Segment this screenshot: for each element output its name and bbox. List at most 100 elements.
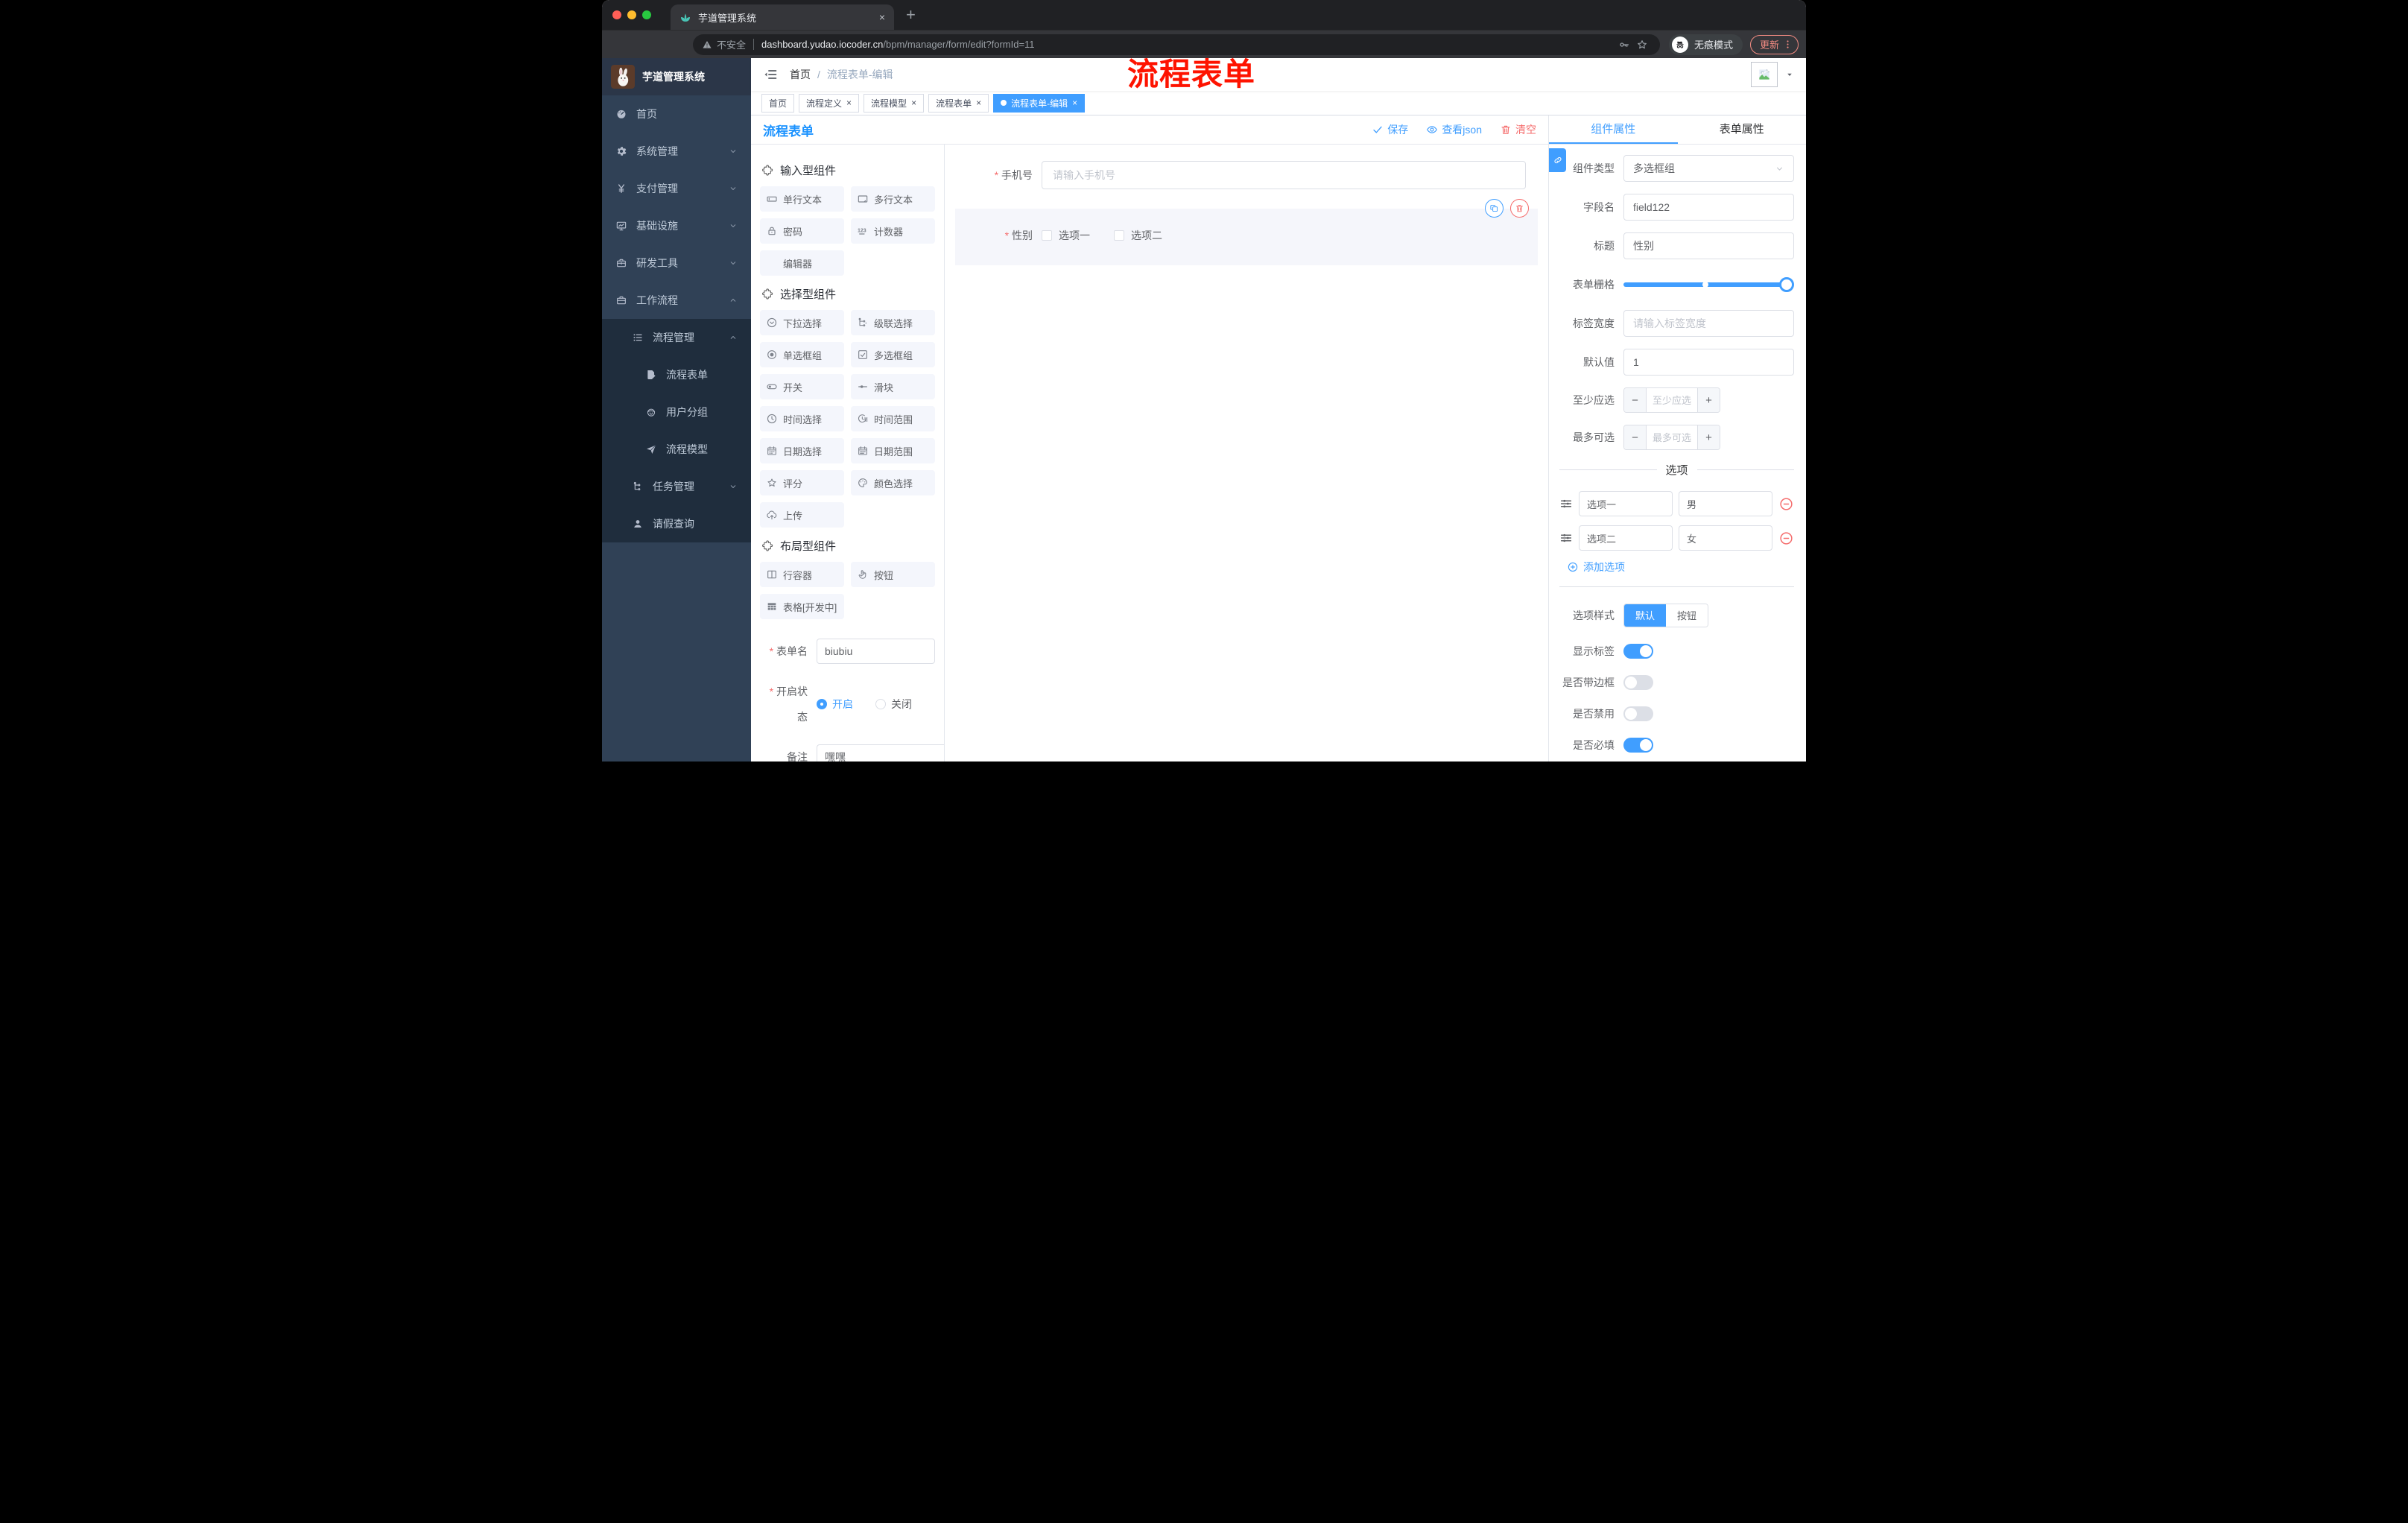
status-radio-on[interactable]: 开启 — [817, 697, 853, 712]
nav-icon[interactable] — [629, 35, 648, 54]
nav-icon[interactable] — [609, 35, 629, 54]
tag-close-icon[interactable]: × — [1072, 98, 1077, 107]
checkbox-option[interactable]: 选项一 — [1042, 228, 1090, 243]
browser-tab[interactable]: 芋道管理系统 × — [671, 4, 894, 30]
nav-icon[interactable] — [668, 35, 687, 54]
palette-component[interactable]: 表格[开发中] — [760, 594, 844, 619]
remove-option-button[interactable] — [1778, 496, 1794, 512]
update-browser-button[interactable]: 更新 — [1749, 34, 1799, 54]
increment-button[interactable]: + — [1697, 425, 1720, 449]
palette-component[interactable]: 编辑器 — [760, 250, 844, 276]
sidebar-item[interactable]: 工作流程 — [602, 282, 751, 319]
header-action-icon[interactable] — [1723, 68, 1737, 82]
label-width-input[interactable] — [1623, 310, 1794, 337]
title-input[interactable] — [1623, 232, 1794, 259]
component-type-select[interactable]: 多选框组 — [1623, 155, 1794, 182]
max-select-input[interactable] — [1647, 425, 1697, 449]
palette-component[interactable]: 单选框组 — [760, 342, 844, 367]
header-action-icon[interactable] — [1638, 68, 1652, 82]
form-name-input[interactable] — [817, 639, 935, 664]
tag-item[interactable]: 流程表单-编辑 × — [993, 93, 1086, 113]
palette-component[interactable]: 按钮 — [851, 562, 935, 587]
palette-component[interactable]: 下拉选择 — [760, 310, 844, 335]
palette-component[interactable]: 滑块 — [851, 374, 935, 399]
toolbar-button[interactable]: 保存 — [1372, 122, 1408, 137]
min-select-input[interactable] — [1647, 388, 1697, 412]
toggle-switch[interactable] — [1623, 644, 1653, 659]
decrement-button[interactable]: − — [1624, 388, 1647, 412]
palette-component[interactable]: 行容器 — [760, 562, 844, 587]
option-value-input[interactable] — [1679, 525, 1772, 551]
form-grid-slider[interactable] — [1623, 271, 1794, 298]
tag-item[interactable]: 流程表单 × — [928, 93, 989, 113]
close-window-button[interactable] — [612, 10, 621, 19]
palette-component[interactable]: 时间范围 — [851, 406, 935, 431]
key-icon[interactable] — [1615, 39, 1633, 51]
tag-item[interactable]: 流程定义 × — [799, 93, 860, 113]
palette-component[interactable]: 开关 — [760, 374, 844, 399]
traffic-lights[interactable] — [612, 10, 651, 19]
toolbar-button[interactable]: 清空 — [1500, 122, 1536, 137]
drag-handle-icon[interactable] — [1559, 497, 1573, 510]
palette-component[interactable]: 日期选择 — [760, 438, 844, 463]
link-icon[interactable] — [1549, 148, 1566, 172]
palette-component[interactable]: 颜色选择 — [851, 470, 935, 495]
remove-option-button[interactable] — [1778, 531, 1794, 546]
toggle-switch[interactable] — [1623, 706, 1653, 721]
palette-component[interactable]: 单行文本 — [760, 186, 844, 212]
option-value-input[interactable] — [1679, 491, 1772, 516]
header-action-icon[interactable] — [1609, 68, 1623, 82]
field-name-input[interactable] — [1623, 194, 1794, 221]
sidebar-item[interactable]: 流程表单 — [602, 356, 751, 393]
decrement-button[interactable]: − — [1624, 425, 1647, 449]
sidebar-item[interactable]: 用户分组 — [602, 393, 751, 431]
palette-component[interactable]: 密码 — [760, 218, 844, 244]
option-label-input[interactable] — [1579, 491, 1673, 516]
sidebar-item[interactable]: 流程模型 — [602, 431, 751, 468]
increment-button[interactable]: + — [1697, 388, 1720, 412]
tag-item[interactable]: 首页 — [761, 93, 795, 113]
sidebar-item[interactable]: 首页 — [602, 95, 751, 133]
remark-textarea[interactable] — [817, 744, 944, 762]
star-icon[interactable] — [1633, 39, 1651, 51]
form-canvas[interactable]: 手机号 性别 选项一 — [945, 145, 1548, 762]
palette-component[interactable]: 多选框组 — [851, 342, 935, 367]
palette-component[interactable]: 上传 — [760, 502, 844, 528]
style-button-button[interactable]: 按钮 — [1666, 604, 1708, 627]
breadcrumb-home[interactable]: 首页 — [790, 67, 811, 82]
minimize-window-button[interactable] — [627, 10, 636, 19]
checkbox-icon[interactable] — [1114, 230, 1124, 241]
copy-field-button[interactable] — [1485, 199, 1504, 218]
new-tab-button[interactable]: + — [906, 7, 916, 23]
checkbox-option[interactable]: 选项二 — [1114, 228, 1162, 243]
delete-field-button[interactable] — [1510, 199, 1529, 218]
zoom-window-button[interactable] — [642, 10, 651, 19]
palette-component[interactable]: 多行文本 — [851, 186, 935, 212]
header-action-icon[interactable] — [1666, 68, 1680, 82]
caret-down-icon[interactable] — [1785, 70, 1794, 79]
option-label-input[interactable] — [1579, 525, 1673, 551]
sidebar-item[interactable]: 请假查询 — [602, 505, 751, 542]
header-action-icon[interactable] — [1694, 68, 1708, 82]
toolbar-button[interactable]: 查看json — [1426, 122, 1482, 137]
tab-form-props[interactable]: 表单属性 — [1678, 115, 1807, 144]
palette-component[interactable]: 时间选择 — [760, 406, 844, 431]
tag-close-icon[interactable]: × — [911, 98, 916, 107]
checkbox-icon[interactable] — [1042, 230, 1052, 241]
palette-component[interactable]: 评分 — [760, 470, 844, 495]
canvas-field-gender-selected[interactable]: 性别 选项一 选项二 — [955, 199, 1538, 265]
phone-field-input[interactable] — [1042, 161, 1526, 189]
tag-close-icon[interactable]: × — [976, 98, 981, 107]
add-option-button[interactable]: 添加选项 — [1567, 560, 1794, 574]
close-icon[interactable]: × — [879, 11, 885, 23]
default-value-input[interactable] — [1623, 349, 1794, 376]
palette-component[interactable]: 123 计数器 — [851, 218, 935, 244]
toggle-switch[interactable] — [1623, 675, 1653, 690]
status-radio-off[interactable]: 关闭 — [875, 697, 912, 712]
canvas-field-phone[interactable]: 手机号 — [955, 161, 1538, 189]
drag-handle-icon[interactable] — [1559, 531, 1573, 545]
kebab-menu-icon[interactable] — [1782, 39, 1793, 50]
sidebar-item[interactable]: 系统管理 — [602, 133, 751, 170]
palette-component[interactable]: 级联选择 — [851, 310, 935, 335]
tag-close-icon[interactable]: × — [846, 98, 852, 107]
